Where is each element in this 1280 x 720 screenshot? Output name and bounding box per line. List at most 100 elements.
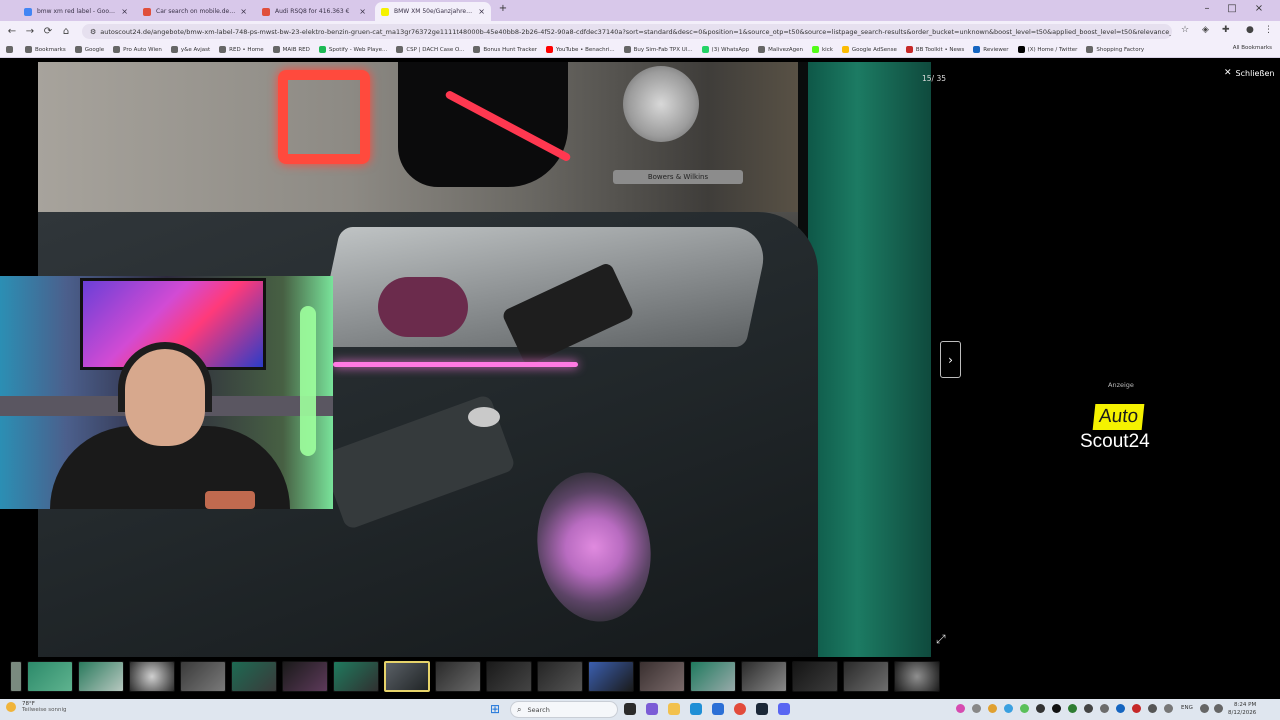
tray-icon[interactable] [1020,704,1029,713]
thumbnail[interactable] [435,661,481,692]
system-clock[interactable]: 8:24 PM 8/12/2026 [1228,701,1256,717]
volume-icon[interactable] [1214,704,1223,713]
bookmark-item[interactable]: BB Toolkit • News [905,46,964,53]
bookmark-item[interactable]: kick [811,46,833,53]
file-explorer-icon[interactable] [668,703,680,715]
thumbnail[interactable] [10,661,22,692]
close-tab-icon[interactable]: × [121,7,128,16]
bookmark-item[interactable]: Pro Auto Wien [113,46,162,53]
bookmark-star-icon[interactable]: ☆ [1181,25,1189,35]
browser-tab[interactable]: bmw xm red label - Google × [18,2,134,21]
bookmark-item[interactable]: Bookmarks [25,46,66,53]
thumbnail[interactable] [78,661,124,692]
thumbnail[interactable] [588,661,634,692]
extensions-puzzle-icon[interactable]: ✚ [1222,25,1230,35]
tray-icon[interactable] [1036,704,1045,713]
fullscreen-icon[interactable]: ⤢ [936,632,946,647]
thumbnail[interactable] [741,661,787,692]
image-counter: 15/ 35 [922,74,946,83]
bookmark-item[interactable]: YouTube • Benachri... [545,46,615,53]
store-icon[interactable] [712,703,724,715]
thumbnail[interactable] [690,661,736,692]
all-bookmarks-button[interactable]: All Bookmarks [1233,45,1272,51]
thumbnail[interactable] [180,661,226,692]
browser-tab[interactable]: Audi RSQ8 for 416.363 € × [256,2,372,21]
copilot-icon[interactable] [646,703,658,715]
bookmark-item[interactable]: (X) Home / Twitter [1017,46,1077,53]
tray-icon[interactable] [1052,704,1061,713]
next-image-button[interactable]: › [940,341,961,378]
bookmark-item[interactable]: Google AdSense [841,46,897,53]
weather-widget[interactable]: 78°F Teilweise sonnig [6,701,67,713]
search-placeholder: Search [527,705,550,714]
edge-icon[interactable] [690,703,702,715]
microphone-icon[interactable] [1164,704,1173,713]
language-indicator[interactable]: ENG [1181,705,1193,711]
tray-icon[interactable] [1116,704,1125,713]
tray-icon[interactable] [1148,704,1157,713]
close-gallery-button[interactable]: ✕ Schließen [1224,68,1275,78]
thumbnail-selected[interactable] [384,661,430,692]
bookmark-item[interactable]: CSP | DACH Case O... [396,46,464,53]
taskbar-search[interactable]: ⌕ Search [510,701,618,718]
mobile-de-favicon-icon [143,7,151,16]
windows-start-icon[interactable]: ⊞ [490,703,503,716]
apps-icon[interactable] [6,46,16,53]
bookmark-item[interactable]: y&e Avjast [170,46,210,53]
browser-tab-active[interactable]: BMW XM 50e/Ganzjahresreifen/ × [375,2,491,21]
close-tab-icon[interactable]: × [240,7,247,16]
minimize-icon[interactable]: – [1200,3,1214,14]
bookmark-item[interactable]: MAIB RED [272,46,310,53]
menu-icon[interactable]: ⋮ [1264,25,1273,35]
bookmark-item[interactable]: Bonus Hunt Tracker [473,46,537,53]
window-close-icon[interactable]: × [1252,3,1266,14]
address-bar[interactable]: ⚙ autoscout24.de/angebote/bmw-xm-label-7… [82,24,1172,39]
extension-icon[interactable]: ◈ [1202,25,1209,35]
bookmark-item[interactable]: Reviewer [973,46,1009,53]
bookmark-item[interactable]: Buy Sim-Fab TPX Ul... [623,46,693,53]
thumbnail[interactable] [792,661,838,692]
maximize-icon[interactable]: □ [1225,3,1239,14]
bookmark-item[interactable]: (3) WhatsApp [701,46,749,53]
profile-avatar[interactable]: ● [1246,25,1254,35]
network-icon[interactable] [1200,704,1209,713]
bookmark-item[interactable]: Shopping Factory [1086,46,1144,53]
tray-icon[interactable] [1132,704,1141,713]
close-tab-icon[interactable]: × [359,7,366,16]
thumbnail[interactable] [486,661,532,692]
thumbnail[interactable] [282,661,328,692]
new-tab-button[interactable]: + [496,3,510,14]
task-view-icon[interactable] [624,703,636,715]
tray-icon[interactable] [1068,704,1077,713]
bookmark-item[interactable]: Spotify - Web Playe... [318,46,387,53]
tray-icon[interactable] [1100,704,1109,713]
thumbnail[interactable] [231,661,277,692]
close-tab-icon[interactable]: × [478,7,485,16]
forward-icon[interactable]: → [21,26,39,37]
tray-icon[interactable] [956,704,965,713]
thumbnail[interactable] [27,661,73,692]
browser-tab[interactable]: Car search on mobile.de - Deut × [137,2,253,21]
back-icon[interactable]: ← [3,26,21,37]
reload-icon[interactable]: ⟳ [39,26,57,37]
bookmark-item[interactable]: MalivezAgen [758,46,803,53]
thumbnail[interactable] [333,661,379,692]
tray-icon[interactable] [1004,704,1013,713]
thumbnail[interactable] [894,661,940,692]
tray-icon[interactable] [1084,704,1093,713]
thumbnail[interactable] [129,661,175,692]
steam-icon[interactable] [756,703,768,715]
site-info-icon[interactable]: ⚙ [90,28,96,36]
thumbnail[interactable] [639,661,685,692]
chrome-icon[interactable] [734,703,746,715]
tray-icon[interactable] [988,704,997,713]
bookmark-item[interactable]: Google [74,46,104,53]
thumbnail[interactable] [843,661,889,692]
tab-strip: bmw xm red label - Google × Car search o… [0,0,1280,21]
thumbnail[interactable] [537,661,583,692]
home-icon[interactable]: ⌂ [57,26,75,37]
bookmark-item[interactable]: RED • Home [219,46,264,53]
autoscout24-logo[interactable]: Auto Scout24 [1078,404,1162,458]
tray-icon[interactable] [972,704,981,713]
discord-icon[interactable] [778,703,790,715]
